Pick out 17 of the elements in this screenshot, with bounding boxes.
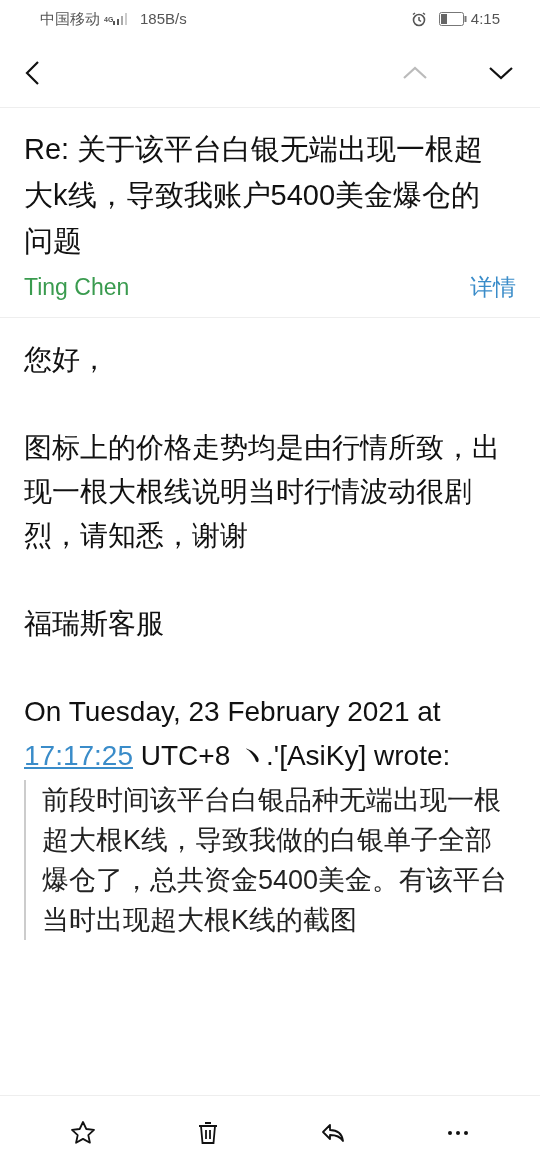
message-paragraph: 您好， — [24, 342, 109, 377]
signal-icon — [112, 12, 128, 26]
time-link[interactable]: 17:17:25 — [24, 739, 133, 771]
email-subject: Re: 关于该平台白银无端出现一根超大k线，导致我账户5400美金爆仓的问题 — [24, 132, 485, 259]
more-icon — [446, 1130, 469, 1136]
quote-header: On Tuesday, 23 February 2021 at 17:17:25 UTC+8 ヽ.'[AsiKy] wrote: — [24, 694, 452, 773]
battery-icon — [438, 12, 467, 26]
message-paragraph: 图标上的价格走势均是由行情所致，出现一根大根线说明当时行情波动很剧烈，请知悉，谢谢 — [24, 430, 501, 553]
message-paragraph: 福瑞斯客服 — [24, 606, 165, 641]
clock-time: 4:15 — [470, 8, 500, 29]
carrier-name: 中国移动 — [40, 8, 100, 29]
network-speed: 185B/s — [140, 8, 187, 29]
sender-name[interactable]: Ting Chen — [24, 270, 130, 305]
details-link[interactable]: 详情 — [470, 270, 516, 305]
alarm-icon — [410, 11, 427, 27]
quoted-message: 前段时间该平台白银品种无端出现一根超大根K线，导致我做的白银单子全部爆仓了，总共资金5400美金。有该平台当时出现超大根K线的截图 — [42, 783, 509, 937]
star-icon — [69, 1120, 96, 1146]
